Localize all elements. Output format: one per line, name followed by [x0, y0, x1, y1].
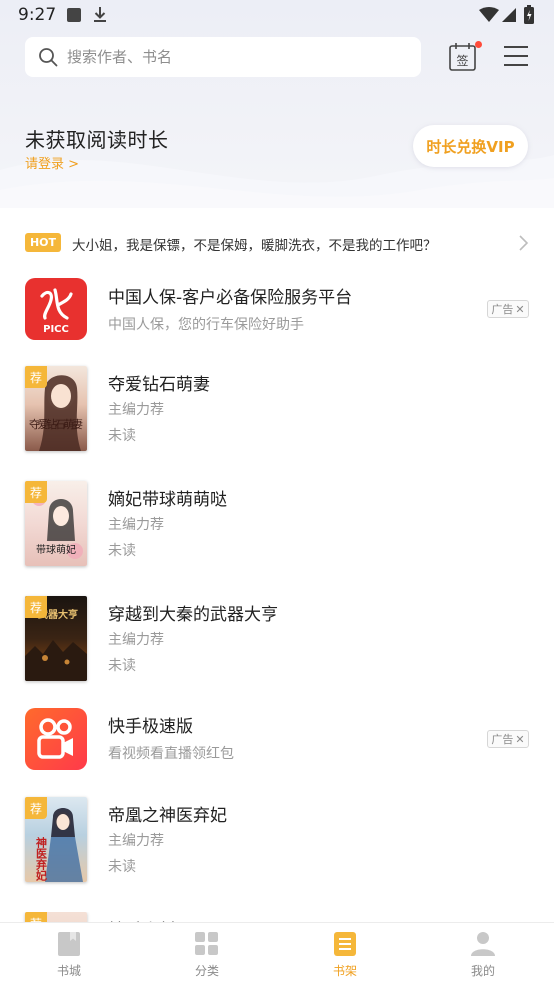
picc-app-icon: PICC [25, 278, 87, 340]
recommend-tag: 荐 [25, 797, 47, 819]
bookshelf-icon [334, 932, 356, 956]
book-cover: 夺爱钻石萌妻 荐 [25, 366, 87, 451]
item-subtitle: 中国人保，您的行车保险好助手 [108, 317, 304, 333]
sign-in-button[interactable]: 签 [448, 42, 478, 72]
item-subtitle: 主编力荐 [108, 517, 164, 533]
calendar-sign-icon: 签 [449, 43, 476, 71]
item-subtitle: 看视频看直播领红包 [108, 746, 234, 762]
list-item-book[interactable]: 带球萌妃 荐 嫡妃带球萌萌哒 主编力荐 未读 [0, 481, 554, 581]
close-icon[interactable]: ✕ [515, 733, 524, 746]
battery-icon [524, 5, 534, 24]
chevron-right-icon [519, 235, 529, 251]
ad-badge[interactable]: 广告 ✕ [487, 730, 529, 748]
item-read-status: 未读 [108, 543, 136, 559]
tab-label: 书架 [332, 964, 357, 978]
cover-title: 带球萌妃 [36, 543, 76, 556]
cover-title: 神医弃妃 [35, 836, 49, 882]
book-city-icon [58, 932, 80, 956]
recommend-tag: 荐 [25, 596, 47, 618]
book-cover: 神医弃妃 荐 [25, 797, 87, 882]
tab-profile[interactable]: 我的 [414, 923, 552, 985]
tab-label: 我的 [470, 964, 495, 978]
hot-recommendation[interactable]: HOT 大小姐，我是保镖，不是保姆，暖脚洗衣，不是我的工作吧？ [25, 232, 530, 254]
cover-title: 夺爱钻石萌妻 [29, 417, 83, 431]
item-subtitle: 主编力荐 [108, 833, 164, 849]
ad-label: 广告 [491, 303, 514, 316]
search-icon [39, 48, 58, 67]
tab-category[interactable]: 分类 [138, 923, 276, 985]
book-cover: 武器大亨 荐 [25, 596, 87, 681]
book-cover: 带球萌妃 荐 [25, 481, 87, 566]
recommend-tag: 荐 [25, 481, 47, 503]
hot-text: 大小姐，我是保镖，不是保姆，暖脚洗衣，不是我的工作吧？ [72, 238, 437, 254]
menu-button[interactable] [504, 45, 528, 67]
tab-book-city[interactable]: 书城 [0, 923, 138, 985]
tab-label: 分类 [194, 964, 219, 978]
ad-badge[interactable]: 广告 ✕ [487, 300, 529, 318]
status-bar: 9:27 [0, 0, 554, 30]
item-subtitle: 主编力荐 [108, 632, 164, 648]
recommend-tag: 荐 [25, 366, 47, 388]
search-bar[interactable] [25, 37, 421, 77]
list-item-ad[interactable]: 快手极速版 看视频看直播领红包 广告 ✕ [0, 708, 554, 788]
tab-label: 书城 [56, 964, 81, 978]
bottom-tab-bar: 书城 分类 书架 我的 [0, 922, 554, 985]
item-title: 帝凰之神医弃妃 [108, 806, 227, 826]
list-item-book[interactable]: 夺爱钻石萌妻 荐 夺爱钻石萌妻 主编力荐 未读 [0, 366, 554, 466]
item-read-status: 未读 [108, 428, 136, 444]
search-input[interactable] [67, 48, 387, 66]
list-item-book[interactable]: 武器大亨 荐 穿越到大秦的武器大亨 主编力荐 未读 [0, 596, 554, 696]
sign-notification-dot [475, 41, 482, 48]
item-title: 快手极速版 [108, 717, 193, 737]
notification-square-icon [67, 8, 81, 22]
item-title: 夺爱钻石萌妻 [108, 375, 210, 395]
header-area: 9:27 签 [0, 0, 554, 208]
item-title: 穿越到大秦的武器大亨 [108, 605, 278, 625]
item-title: 中国人保-客户必备保险服务平台 [108, 288, 353, 308]
status-time: 9:27 [18, 5, 57, 25]
reading-time-title: 未获取阅读时长 [25, 128, 169, 152]
wifi-icon [479, 7, 499, 22]
picc-icon-text: PICC [43, 324, 69, 335]
close-icon[interactable]: ✕ [515, 303, 524, 316]
item-title: 嫡妃带球萌萌哒 [108, 490, 227, 510]
cellular-signal-icon [502, 8, 516, 22]
profile-icon [471, 932, 495, 956]
hamburger-menu-icon [504, 46, 528, 66]
kuaishou-app-icon [25, 708, 87, 770]
exchange-vip-button[interactable]: 时长兑换VIP [413, 125, 528, 167]
list-item-ad[interactable]: PICC 中国人保-客户必备保险服务平台 中国人保，您的行车保险好助手 广告 ✕ [0, 270, 554, 350]
login-link[interactable]: 请登录 > [25, 153, 79, 172]
item-subtitle: 主编力荐 [108, 402, 164, 418]
download-icon [94, 7, 106, 22]
sign-label: 签 [456, 53, 468, 68]
item-read-status: 未读 [108, 658, 136, 674]
list-item-book[interactable]: 神医弃妃 荐 帝凰之神医弃妃 主编力荐 未读 [0, 797, 554, 897]
hot-badge: HOT [25, 233, 61, 252]
category-icon [195, 932, 218, 955]
ad-label: 广告 [491, 733, 514, 746]
item-read-status: 未读 [108, 859, 136, 875]
tab-bookshelf[interactable]: 书架 [276, 923, 414, 985]
